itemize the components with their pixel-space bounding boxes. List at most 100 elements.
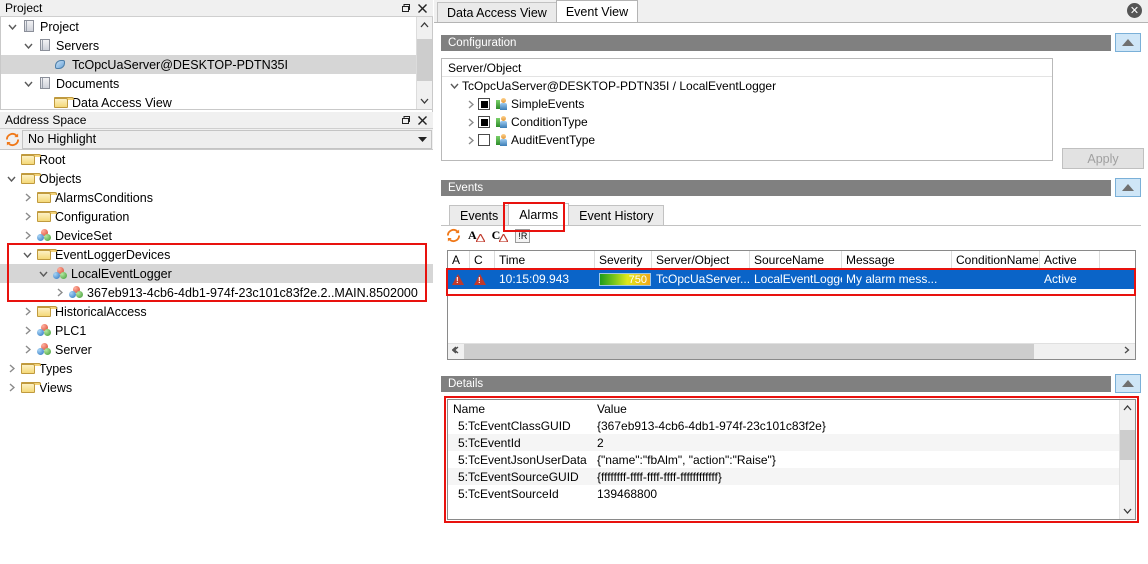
configuration-tree-box[interactable]: Server/Object TcOpcUaServer@DESKTOP-PDTN… — [441, 58, 1053, 161]
column-header-server-object[interactable]: Server/Object — [652, 251, 750, 268]
scroll-thumb[interactable] — [464, 343, 1034, 359]
close-icon[interactable] — [414, 113, 431, 128]
chevron-right-icon[interactable] — [20, 326, 35, 335]
tree-item-views[interactable]: Views — [0, 378, 433, 397]
chevron-down-icon[interactable] — [5, 24, 20, 30]
events-tab-event-history[interactable]: Event History — [568, 205, 665, 225]
tree-item-367eb913-4cb6-4db1-974f-23c101c83f2e-2-m[interactable]: 367eb913-4cb6-4db1-974f-23c101c83f2e.2..… — [0, 283, 433, 302]
details-scrollbar[interactable] — [1119, 400, 1135, 519]
chevron-down-icon[interactable] — [21, 43, 36, 49]
chevron-right-icon[interactable] — [20, 231, 35, 240]
configuration-item-simpleevents[interactable]: SimpleEvents — [442, 95, 1052, 113]
acknowledge-alarm-icon[interactable]: A — [468, 228, 485, 244]
details-grid[interactable]: Name Value 5:TcEventClassGUID {367eb913-4… — [447, 399, 1136, 520]
alarms-grid[interactable]: A C Time Severity Server/Object SourceName Mes… — [447, 250, 1136, 360]
tab-event-view[interactable]: Event View — [555, 0, 639, 22]
column-header-a[interactable]: A — [448, 251, 470, 268]
close-icon[interactable] — [414, 1, 431, 16]
chevron-down-icon[interactable] — [36, 271, 51, 277]
chevron-right-icon[interactable] — [20, 345, 35, 354]
chevron-left-icon[interactable] — [448, 346, 464, 357]
refresh-icon[interactable] — [2, 132, 22, 147]
retain-flag-button[interactable]: !R — [515, 228, 531, 243]
chevron-right-icon[interactable] — [4, 383, 19, 392]
chevron-right-icon[interactable] — [20, 307, 35, 316]
tree-item-root[interactable]: Root — [0, 150, 433, 169]
column-header-severity[interactable]: Severity — [595, 251, 652, 268]
tree-item-server[interactable]: Server — [0, 340, 433, 359]
column-header-conditionname[interactable]: ConditionName — [952, 251, 1040, 268]
tree-item-servers[interactable]: Servers — [1, 36, 432, 55]
configuration-item-auditeventtype[interactable]: AuditEventType — [442, 131, 1052, 149]
tree-item-types[interactable]: Types — [0, 359, 433, 378]
details-row[interactable]: 5:TcEventClassGUID {367eb913-4cb6-4db1-97… — [448, 417, 1135, 434]
scroll-thumb[interactable] — [1120, 430, 1135, 460]
tree-item-configuration[interactable]: Configuration — [0, 207, 433, 226]
project-tree-scrollbar[interactable] — [416, 17, 432, 109]
column-header-message[interactable]: Message — [842, 251, 952, 268]
confirm-alarm-icon[interactable]: C — [492, 228, 509, 244]
tree-item-localeventlogger[interactable]: LocalEventLogger — [0, 264, 433, 283]
column-header-sourcename[interactable]: SourceName — [750, 251, 842, 268]
tab-data-access-view[interactable]: Data Access View — [437, 2, 557, 22]
checkbox-simpleevents[interactable] — [478, 98, 490, 110]
chevron-down-icon[interactable] — [20, 252, 35, 258]
chevron-right-icon[interactable] — [4, 364, 19, 373]
configuration-root-row[interactable]: TcOpcUaServer@DESKTOP-PDTN35I / LocalEve… — [442, 77, 1052, 95]
chevron-down-icon[interactable] — [4, 176, 19, 182]
scroll-up-icon[interactable] — [417, 17, 432, 33]
apply-button[interactable]: Apply — [1062, 148, 1144, 169]
tree-item-documents[interactable]: Documents — [1, 74, 432, 93]
column-header-time[interactable]: Time — [495, 251, 595, 268]
restore-icon[interactable] — [397, 113, 414, 128]
checkbox-auditeventtype[interactable] — [478, 134, 490, 146]
events-tab-alarms[interactable]: Alarms — [508, 203, 570, 225]
chevron-right-icon[interactable] — [463, 99, 478, 109]
project-tree[interactable]: Project Servers TcOpcUaServer@DESKTOP-PDTN… — [0, 17, 433, 110]
highlight-select[interactable]: No Highlight — [22, 129, 432, 149]
event-type-icon-wrap — [494, 115, 511, 129]
events-tab-events[interactable]: Events — [449, 205, 510, 225]
close-icon[interactable]: ✕ — [1127, 3, 1142, 18]
chevron-right-icon[interactable] — [463, 135, 478, 145]
tree-item-objects[interactable]: Objects — [0, 169, 433, 188]
scroll-down-icon[interactable] — [417, 93, 432, 109]
alarm-row[interactable]: 10:15:09.943 750 TcOpcUaServer... LocalEven… — [448, 269, 1135, 289]
chevron-right-icon[interactable] — [20, 212, 35, 221]
tree-item-project[interactable]: Project — [1, 17, 432, 36]
tree-item-eventloggerdevices[interactable]: EventLoggerDevices — [0, 245, 433, 264]
collapse-triangle-icon[interactable] — [1115, 178, 1141, 197]
chevron-down-icon[interactable] — [447, 83, 462, 89]
details-row[interactable]: 5:TcEventSourceGUID {ffffffff-ffff-ffff-f… — [448, 468, 1135, 485]
tree-item-data-access-view[interactable]: Data Access View — [1, 93, 432, 109]
details-row[interactable]: 5:TcEventSourceId 139468800 — [448, 485, 1135, 502]
checkbox-conditiontype[interactable] — [478, 116, 490, 128]
column-header-active[interactable]: Active — [1040, 251, 1100, 268]
details-row[interactable]: 5:TcEventId 2 — [448, 434, 1135, 451]
tree-item-alarmsconditions[interactable]: AlarmsConditions — [0, 188, 433, 207]
chevron-right-icon[interactable] — [52, 288, 67, 297]
address-space-tree[interactable]: Root Objects AlarmsConditions Configuration… — [0, 150, 433, 564]
column-header-c[interactable]: C — [470, 251, 495, 268]
chevron-down-icon[interactable] — [21, 81, 36, 87]
scroll-thumb[interactable] — [417, 39, 432, 81]
refresh-icon[interactable] — [446, 228, 461, 244]
collapse-triangle-icon[interactable] — [1115, 374, 1141, 393]
details-row[interactable]: 5:TcEventJsonUserData {"name":"fbAlm", "a… — [448, 451, 1135, 468]
tree-item-label: 367eb913-4cb6-4db1-974f-23c101c83f2e.2..… — [87, 285, 418, 300]
chevron-right-icon[interactable] — [20, 193, 35, 202]
scroll-track[interactable] — [464, 343, 1119, 359]
chevron-right-icon[interactable] — [463, 117, 478, 127]
configuration-item-conditiontype[interactable]: ConditionType — [442, 113, 1052, 131]
chevron-up-icon[interactable] — [1120, 400, 1135, 416]
tree-item-plc1[interactable]: PLC1 — [0, 321, 433, 340]
chevron-right-icon[interactable] — [1119, 346, 1135, 357]
tree-item-deviceset[interactable]: DeviceSet — [0, 226, 433, 245]
alarms-horizontal-scrollbar[interactable] — [448, 343, 1135, 359]
restore-icon[interactable] — [397, 1, 414, 16]
collapse-triangle-icon[interactable] — [1115, 33, 1141, 52]
tree-item-historicalaccess[interactable]: HistoricalAccess — [0, 302, 433, 321]
chevron-down-icon[interactable] — [418, 134, 427, 144]
tree-item-tcopcuaserver-desktop-pdtn35i[interactable]: TcOpcUaServer@DESKTOP-PDTN35I — [1, 55, 432, 74]
chevron-down-icon[interactable] — [1120, 503, 1135, 519]
